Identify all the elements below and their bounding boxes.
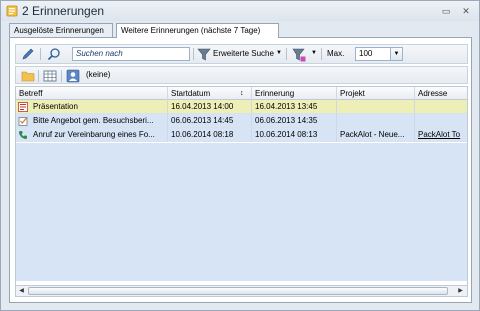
- column-header-project[interactable]: Projekt: [337, 87, 415, 100]
- grid-view-icon[interactable]: [43, 69, 57, 83]
- cell-subject: Präsentation: [30, 100, 168, 114]
- toolbar-separator: [40, 48, 41, 60]
- reminders-window: 2 Erinnerungen ▭ ✕ Ausgelöste Erinnerung…: [0, 0, 480, 311]
- max-label: Max.: [327, 49, 345, 58]
- toolbar-separator: [38, 70, 39, 82]
- scrollbar-thumb[interactable]: [28, 287, 448, 295]
- horizontal-scrollbar[interactable]: ◀ ▶: [16, 285, 467, 296]
- user-filter-value: (keine): [86, 70, 111, 79]
- presentation-icon: [18, 102, 28, 112]
- cell-project: PackAlot - Neue...: [337, 128, 415, 142]
- filter-icon[interactable]: [197, 48, 211, 62]
- sort-icon: ↕: [240, 90, 244, 97]
- chevron-down-icon[interactable]: ▼: [390, 48, 402, 60]
- cell-project: [337, 114, 415, 128]
- advanced-search-button[interactable]: Erweiterte Suche: [213, 49, 274, 58]
- search-icon[interactable]: [47, 47, 61, 61]
- table-row[interactable]: Anruf zur Vereinbarung eines Fo... 10.06…: [16, 128, 467, 142]
- cell-start-date: 10.06.2014 08:18: [168, 128, 252, 142]
- column-header-start-date[interactable]: Startdatum ↕: [168, 87, 252, 100]
- tab-triggered-reminders[interactable]: Ausgelöste Erinnerungen: [9, 23, 113, 37]
- toolbar-separator: [61, 70, 62, 82]
- cell-address: [415, 114, 467, 128]
- toolbar-separator: [193, 48, 194, 60]
- folder-icon[interactable]: [21, 69, 35, 83]
- window-title: 2 Erinnerungen: [22, 4, 105, 18]
- cell-subject: Anruf zur Vereinbarung eines Fo...: [30, 128, 168, 142]
- table-empty-area: [16, 143, 467, 281]
- cell-address-link[interactable]: PackAlot To: [415, 128, 467, 142]
- table-row[interactable]: Bitte Angebot gem. Besuchsberi... 06.06.…: [16, 114, 467, 128]
- scroll-right-icon[interactable]: ▶: [456, 287, 465, 296]
- restore-icon[interactable]: ▭: [441, 6, 451, 16]
- scroll-left-icon[interactable]: ◀: [17, 287, 26, 296]
- search-input[interactable]: Suchen nach: [72, 47, 190, 61]
- tab-panel: Suchen nach Erweiterte Suche ▼ ▼ Max. 10…: [9, 37, 472, 303]
- chevron-down-icon[interactable]: ▼: [311, 50, 317, 56]
- max-value: 100: [359, 49, 373, 58]
- tab-upcoming-reminders[interactable]: Weitere Erinnerungen (nächste 7 Tage): [116, 23, 279, 38]
- cell-address: [415, 100, 467, 114]
- toolbar-separator: [286, 48, 287, 60]
- cell-start-date: 16.04.2013 14:00: [168, 100, 252, 114]
- cell-project: [337, 100, 415, 114]
- column-header-subject[interactable]: Betreff: [16, 87, 168, 100]
- close-icon[interactable]: ✕: [461, 6, 471, 16]
- chevron-down-icon[interactable]: ▼: [276, 50, 282, 56]
- title-bar: 2 Erinnerungen ▭ ✕: [1, 1, 479, 21]
- reminders-table: Betreff Startdatum ↕ Erinnerung Projekt …: [15, 86, 468, 297]
- user-icon[interactable]: [66, 69, 80, 83]
- phone-icon: [18, 131, 27, 140]
- cell-reminder: 06.06.2013 14:35: [252, 114, 337, 128]
- edit-icon[interactable]: [21, 47, 35, 61]
- search-toolbar: Suchen nach Erweiterte Suche ▼ ▼ Max. 10…: [15, 44, 468, 64]
- cell-reminder: 10.06.2014 08:13: [252, 128, 337, 142]
- column-header-reminder[interactable]: Erinnerung: [252, 87, 337, 100]
- table-row[interactable]: Präsentation 16.04.2013 14:00 16.04.2013…: [16, 100, 467, 114]
- filter-toolbar: (keine): [15, 66, 468, 84]
- filter-settings-icon[interactable]: [292, 48, 306, 62]
- table-header: Betreff Startdatum ↕ Erinnerung Projekt …: [16, 87, 467, 100]
- cell-reminder: 16.04.2013 13:45: [252, 100, 337, 114]
- bell-icon: [6, 5, 18, 17]
- max-results-select[interactable]: 100 ▼: [355, 47, 403, 61]
- cell-start-date: 06.06.2013 14:45: [168, 114, 252, 128]
- task-icon: [18, 117, 28, 126]
- column-header-start-date-label: Startdatum: [171, 89, 211, 98]
- toolbar-separator: [321, 48, 322, 60]
- column-header-address[interactable]: Adresse: [415, 87, 467, 100]
- cell-subject: Bitte Angebot gem. Besuchsberi...: [30, 114, 168, 128]
